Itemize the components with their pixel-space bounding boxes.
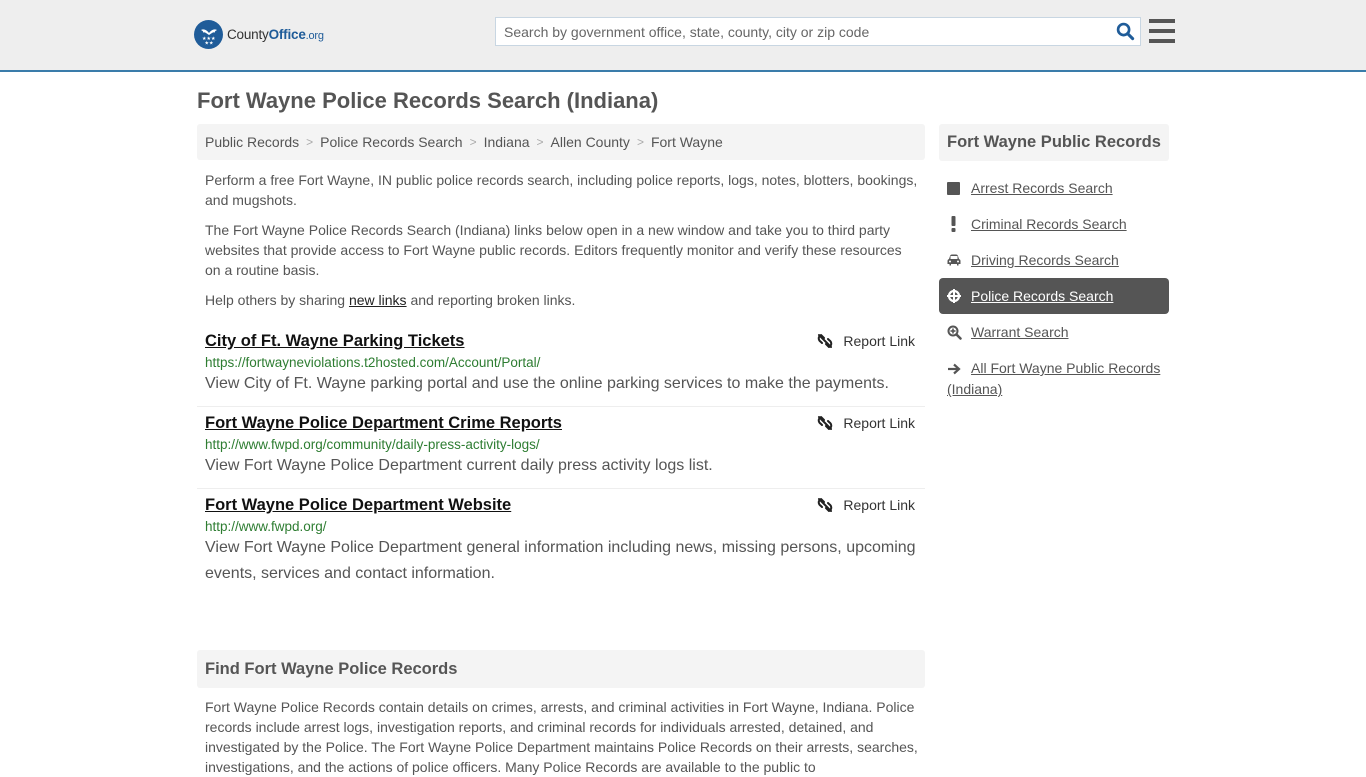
- sidebar-item-label[interactable]: Driving Records Search: [971, 250, 1119, 270]
- resource-url: http://www.fwpd.org/community/daily-pres…: [205, 437, 540, 452]
- menu-bar: [1149, 39, 1175, 43]
- resource-link-title[interactable]: Fort Wayne Police Department Website: [205, 496, 511, 515]
- breadcrumb-separator: >: [636, 135, 644, 149]
- resource-links-list: City of Ft. Wayne Parking Tickets Report…: [197, 325, 925, 596]
- search-input[interactable]: [496, 18, 1110, 45]
- share-text: Help others by sharing: [205, 292, 349, 308]
- resource-url: https://fortwayneviolations.t2hosted.com…: [205, 355, 541, 370]
- share-text: and reporting broken links.: [406, 292, 576, 308]
- sidebar-item-label[interactable]: Arrest Records Search: [971, 178, 1113, 198]
- sidebar-title: Fort Wayne Public Records: [939, 124, 1169, 161]
- search-plus-icon: [947, 322, 965, 342]
- breadcrumb-separator: >: [536, 135, 544, 149]
- list-item: Fort Wayne Police Department Crime Repor…: [197, 407, 925, 489]
- sidebar-item-criminal-records[interactable]: Criminal Records Search: [939, 206, 1169, 242]
- breadcrumb-separator: >: [469, 135, 477, 149]
- page-title: Fort Wayne Police Records Search (Indian…: [197, 88, 659, 113]
- report-link-label: Report Link: [843, 333, 915, 349]
- square-icon: [947, 178, 965, 198]
- breadcrumb-indiana[interactable]: Indiana: [484, 134, 530, 150]
- intro-paragraph: The Fort Wayne Police Records Search (In…: [205, 222, 902, 278]
- breadcrumb: Public Records > Police Records Search >…: [197, 124, 925, 160]
- sidebar-item-police-records[interactable]: Police Records Search: [939, 278, 1169, 314]
- report-link-button[interactable]: Report Link: [817, 415, 915, 431]
- intro-paragraph: Perform a free Fort Wayne, IN public pol…: [205, 172, 918, 208]
- breadcrumb-separator: >: [306, 135, 314, 149]
- site-header: ★★★ ★★ CountyOffice.org: [0, 0, 1366, 72]
- logo-text: CountyOffice.org: [227, 27, 324, 42]
- eagle-logo-icon: ★★★ ★★: [194, 20, 223, 49]
- broken-link-icon: [818, 334, 833, 348]
- report-link-label: Report Link: [843, 415, 915, 431]
- intro-text: Perform a free Fort Wayne, IN public pol…: [205, 170, 920, 320]
- sidebar-item-label[interactable]: Warrant Search: [971, 322, 1069, 342]
- breadcrumb-public-records[interactable]: Public Records: [205, 134, 299, 150]
- resource-link-title[interactable]: City of Ft. Wayne Parking Tickets: [205, 332, 464, 351]
- sidebar-item-arrest-records[interactable]: Arrest Records Search: [939, 170, 1169, 206]
- find-section-body: Fort Wayne Police Records contain detail…: [205, 699, 918, 775]
- menu-bar: [1149, 19, 1175, 23]
- breadcrumb-allen-county[interactable]: Allen County: [551, 134, 630, 150]
- report-link-label: Report Link: [843, 497, 915, 513]
- sidebar-item-warrant-search[interactable]: Warrant Search: [939, 314, 1169, 350]
- resource-description: View Fort Wayne Police Department genera…: [205, 539, 916, 582]
- new-links-link[interactable]: new links: [349, 292, 407, 308]
- search-button[interactable]: [1110, 18, 1140, 45]
- site-logo[interactable]: ★★★ ★★ CountyOffice.org: [194, 20, 324, 49]
- report-link-button[interactable]: Report Link: [817, 333, 915, 349]
- find-section-heading: Find Fort Wayne Police Records: [197, 650, 925, 688]
- menu-bar: [1149, 29, 1175, 33]
- resource-description: View City of Ft. Wayne parking portal an…: [205, 375, 889, 392]
- sidebar: Fort Wayne Public Records Arrest Records…: [939, 124, 1169, 407]
- intro-paragraph-share: Help others by sharing new links and rep…: [205, 290, 920, 310]
- resource-url: http://www.fwpd.org/: [205, 519, 327, 534]
- broken-link-icon: [818, 416, 833, 430]
- report-link-button[interactable]: Report Link: [817, 497, 915, 513]
- car-icon: [947, 250, 965, 270]
- list-item: Fort Wayne Police Department Website Rep…: [197, 489, 925, 596]
- resource-link-title[interactable]: Fort Wayne Police Department Crime Repor…: [205, 414, 562, 433]
- arrow-right-icon: [947, 359, 965, 379]
- svg-text:★★: ★★: [204, 40, 213, 46]
- breadcrumb-fort-wayne[interactable]: Fort Wayne: [651, 134, 723, 150]
- sidebar-item-driving-records[interactable]: Driving Records Search: [939, 242, 1169, 278]
- hamburger-menu-icon[interactable]: [1149, 19, 1175, 43]
- breadcrumb-police-records-search[interactable]: Police Records Search: [320, 134, 462, 150]
- crosshairs-icon: [947, 286, 965, 306]
- search-box: [495, 17, 1141, 46]
- sidebar-item-all-public-records[interactable]: All Fort Wayne Public Records (Indiana): [939, 350, 1169, 407]
- resource-description: View Fort Wayne Police Department curren…: [205, 457, 713, 474]
- sidebar-item-label[interactable]: Criminal Records Search: [971, 214, 1127, 234]
- sidebar-item-label[interactable]: All Fort Wayne Public Records (Indiana): [947, 360, 1160, 397]
- broken-link-icon: [818, 498, 833, 512]
- search-icon: [1116, 22, 1134, 41]
- sidebar-item-label[interactable]: Police Records Search: [971, 286, 1113, 306]
- list-item: City of Ft. Wayne Parking Tickets Report…: [197, 325, 925, 407]
- sidebar-list: Arrest Records Search Criminal Records S…: [939, 170, 1169, 407]
- exclamation-icon: [947, 214, 965, 234]
